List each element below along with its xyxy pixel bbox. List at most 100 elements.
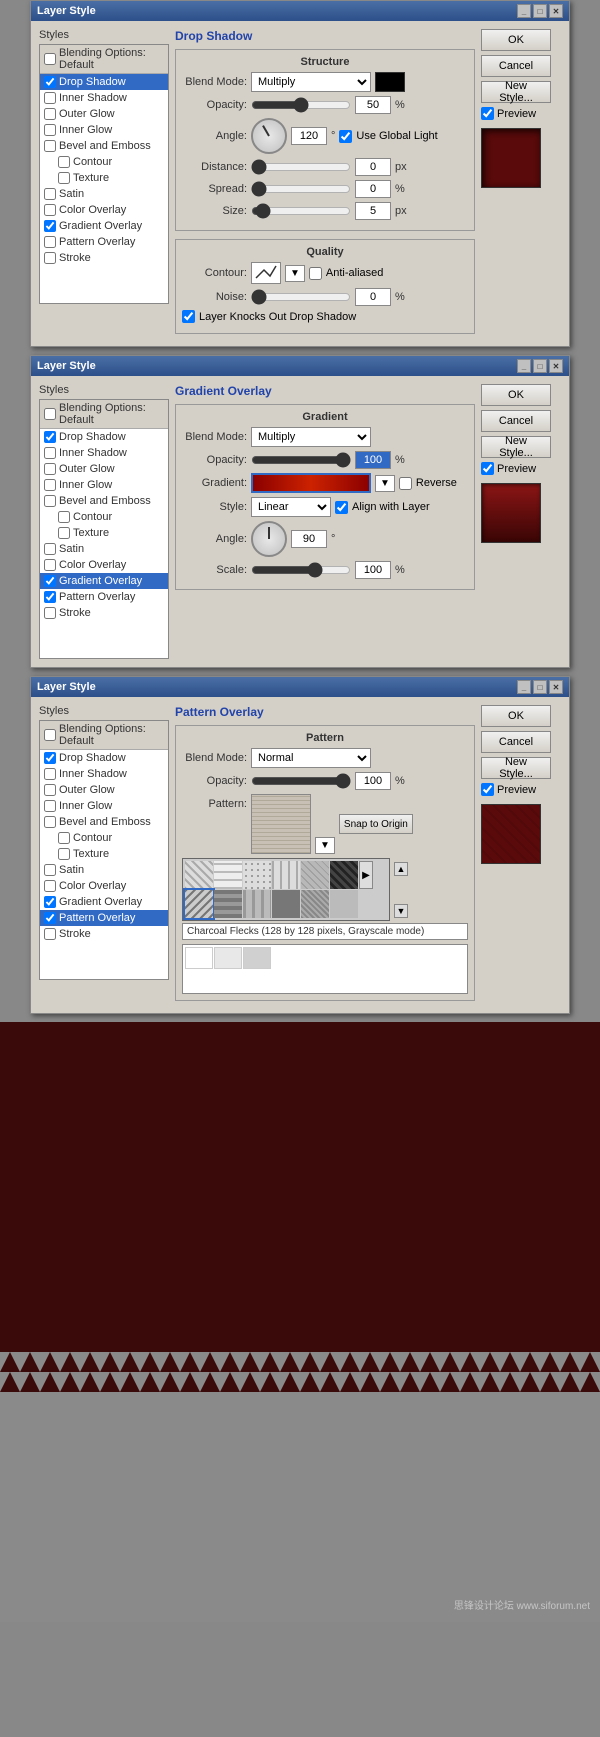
opacity-input-2[interactable] [355, 451, 391, 469]
sidebar-drop-shadow-2[interactable]: Drop Shadow [40, 429, 168, 445]
ok-btn-1[interactable]: OK [481, 29, 551, 51]
scale-input-2[interactable] [355, 561, 391, 579]
sidebar-blending-3[interactable]: Blending Options: Default [40, 721, 168, 750]
sidebar-drop-shadow-check-3[interactable] [44, 752, 56, 764]
sidebar-outer-glow-check-2[interactable] [44, 463, 56, 475]
sidebar-bevel-emboss-3[interactable]: Bevel and Emboss [40, 814, 168, 830]
sidebar-satin-check-2[interactable] [44, 543, 56, 555]
angle-dial-1[interactable] [251, 118, 287, 154]
sidebar-inner-shadow-check-3[interactable] [44, 768, 56, 780]
pattern-thumb-3[interactable] [243, 861, 271, 889]
pattern-scroll-down-3[interactable]: ▼ [394, 904, 408, 918]
minimize-btn-1[interactable]: _ [517, 4, 531, 18]
blend-mode-select-1[interactable]: Multiply [251, 72, 371, 92]
sidebar-outer-glow-check-1[interactable] [44, 108, 56, 120]
sidebar-inner-glow-2[interactable]: Inner Glow [40, 477, 168, 493]
sidebar-drop-shadow-3[interactable]: Drop Shadow [40, 750, 168, 766]
sidebar-texture-check-1[interactable] [58, 172, 70, 184]
sidebar-drop-shadow-check-1[interactable] [44, 76, 56, 88]
anti-aliased-check-1[interactable] [309, 267, 322, 280]
sidebar-stroke-check-3[interactable] [44, 928, 56, 940]
opacity-input-3[interactable] [355, 772, 391, 790]
pattern-extra-2[interactable] [214, 947, 242, 969]
contour-dropdown-icon[interactable]: ▼ [285, 265, 305, 282]
reverse-check-2[interactable] [399, 477, 412, 490]
sidebar-contour-2[interactable]: Contour [40, 509, 168, 525]
align-layer-check-2[interactable] [335, 501, 348, 514]
sidebar-pattern-overlay-1[interactable]: Pattern Overlay [40, 234, 168, 250]
sidebar-contour-3[interactable]: Contour [40, 830, 168, 846]
pattern-thumb-7[interactable] [185, 890, 213, 918]
sidebar-pattern-overlay-check-3[interactable] [44, 912, 56, 924]
blend-mode-select-3[interactable]: Normal Multiply [251, 748, 371, 768]
sidebar-gradient-overlay-check-2[interactable] [44, 575, 56, 587]
scale-slider-2[interactable] [251, 563, 351, 577]
close-btn-1[interactable]: ✕ [549, 4, 563, 18]
noise-slider-1[interactable] [251, 290, 351, 304]
sidebar-pattern-overlay-2[interactable]: Pattern Overlay [40, 589, 168, 605]
pattern-thumb-9[interactable] [243, 890, 271, 918]
sidebar-stroke-1[interactable]: Stroke [40, 250, 168, 266]
minimize-btn-3[interactable]: _ [517, 680, 531, 694]
color-swatch-1[interactable] [375, 72, 405, 92]
sidebar-pattern-overlay-check-2[interactable] [44, 591, 56, 603]
blend-mode-select-2[interactable]: Multiply [251, 427, 371, 447]
sidebar-stroke-3[interactable]: Stroke [40, 926, 168, 942]
sidebar-inner-glow-1[interactable]: Inner Glow [40, 122, 168, 138]
spread-slider-1[interactable] [251, 182, 351, 196]
distance-slider-1[interactable] [251, 160, 351, 174]
gradient-swatch-2[interactable] [251, 473, 371, 493]
new-style-btn-1[interactable]: New Style... [481, 81, 551, 103]
sidebar-blending-check-2[interactable] [44, 408, 56, 420]
spread-input-1[interactable] [355, 180, 391, 198]
pattern-scroll-up-3[interactable]: ▲ [394, 862, 408, 876]
noise-input-1[interactable] [355, 288, 391, 306]
sidebar-outer-glow-check-3[interactable] [44, 784, 56, 796]
close-btn-3[interactable]: ✕ [549, 680, 563, 694]
sidebar-contour-check-3[interactable] [58, 832, 70, 844]
sidebar-texture-3[interactable]: Texture [40, 846, 168, 862]
pattern-extra-1[interactable] [185, 947, 213, 969]
angle-input-1[interactable] [291, 127, 327, 145]
minimize-btn-2[interactable]: _ [517, 359, 531, 373]
opacity-slider-1[interactable] [251, 98, 351, 112]
sidebar-gradient-overlay-check-3[interactable] [44, 896, 56, 908]
sidebar-bevel-emboss-2[interactable]: Bevel and Emboss [40, 493, 168, 509]
sidebar-color-overlay-3[interactable]: Color Overlay [40, 878, 168, 894]
sidebar-outer-glow-1[interactable]: Outer Glow [40, 106, 168, 122]
pattern-dropdown-icon-3[interactable]: ▼ [315, 837, 335, 854]
sidebar-color-overlay-check-3[interactable] [44, 880, 56, 892]
sidebar-bevel-check-2[interactable] [44, 495, 56, 507]
sidebar-pattern-overlay-check-1[interactable] [44, 236, 56, 248]
sidebar-satin-check-3[interactable] [44, 864, 56, 876]
sidebar-color-overlay-check-1[interactable] [44, 204, 56, 216]
sidebar-inner-shadow-1[interactable]: Inner Shadow [40, 90, 168, 106]
pattern-extra-3[interactable] [243, 947, 271, 969]
pattern-thumb-12[interactable] [330, 890, 358, 918]
sidebar-gradient-overlay-2[interactable]: Gradient Overlay [40, 573, 168, 589]
sidebar-blending-1[interactable]: Blending Options: Default [40, 45, 168, 74]
opacity-input-1[interactable] [355, 96, 391, 114]
sidebar-gradient-overlay-1[interactable]: Gradient Overlay [40, 218, 168, 234]
pattern-thumb-8[interactable] [214, 890, 242, 918]
sidebar-inner-shadow-2[interactable]: Inner Shadow [40, 445, 168, 461]
preview-check-2[interactable] [481, 462, 494, 475]
sidebar-contour-1[interactable]: Contour [40, 154, 168, 170]
sidebar-inner-shadow-check-2[interactable] [44, 447, 56, 459]
sidebar-inner-shadow-check-1[interactable] [44, 92, 56, 104]
ok-btn-2[interactable]: OK [481, 384, 551, 406]
pattern-thumb-11[interactable] [301, 890, 329, 918]
cancel-btn-2[interactable]: Cancel [481, 410, 551, 432]
sidebar-contour-check-1[interactable] [58, 156, 70, 168]
sidebar-outer-glow-3[interactable]: Outer Glow [40, 782, 168, 798]
sidebar-texture-2[interactable]: Texture [40, 525, 168, 541]
sidebar-stroke-2[interactable]: Stroke [40, 605, 168, 621]
maximize-btn-2[interactable]: □ [533, 359, 547, 373]
sidebar-color-overlay-2[interactable]: Color Overlay [40, 557, 168, 573]
sidebar-inner-glow-check-1[interactable] [44, 124, 56, 136]
angle-input-2[interactable] [291, 530, 327, 548]
maximize-btn-3[interactable]: □ [533, 680, 547, 694]
close-btn-2[interactable]: ✕ [549, 359, 563, 373]
sidebar-inner-glow-check-2[interactable] [44, 479, 56, 491]
sidebar-satin-check-1[interactable] [44, 188, 56, 200]
